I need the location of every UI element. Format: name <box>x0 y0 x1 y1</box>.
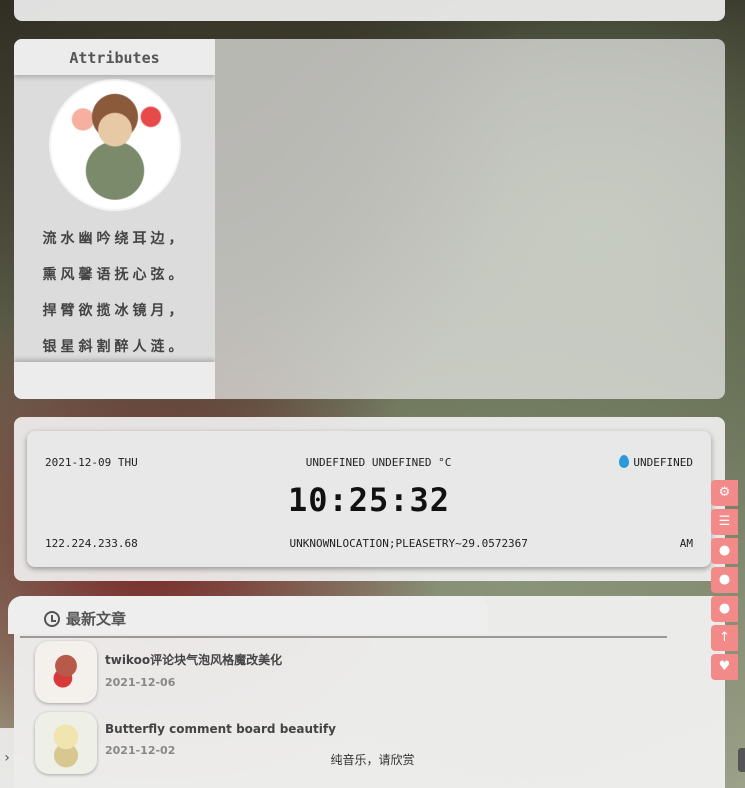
clock-ip: 122.224.233.68 <box>45 537 138 550</box>
clock-bottom-row: 122.224.233.68 UNKNOWNLOCATION;PLEASETRY… <box>45 537 693 550</box>
recent-posts-title: 最新文章 <box>66 610 127 628</box>
attributes-footer <box>14 362 215 399</box>
music-status: 纯音乐，请欣赏 <box>330 753 415 767</box>
clock-widget: 2021-12-09 THU UNDEFINED UNDEFINED °C UN… <box>27 431 711 567</box>
poem-line: 捍臂欲揽冰镜月， <box>42 303 187 319</box>
post-title[interactable]: twikoo评论块气泡风格魔改美化 <box>105 651 282 668</box>
avatar[interactable] <box>49 79 181 211</box>
clock-card: 2021-12-09 THU UNDEFINED UNDEFINED °C UN… <box>14 417 725 581</box>
post-date: 2021-12-06 <box>105 676 176 689</box>
gear-icon[interactable]: ⚙ <box>711 480 738 506</box>
fire-icon[interactable]: ● <box>711 538 738 564</box>
history-icon <box>44 610 60 627</box>
clock-time: 10:25:32 <box>287 481 451 519</box>
chat-icon[interactable]: ● <box>711 596 738 622</box>
clock-humidity: UNDEFINED <box>619 455 693 469</box>
clock-location: UNKNOWNLOCATION;PLEASETRY~29.0572367 <box>289 537 528 550</box>
poem-line: 流水幽吟绕耳边， <box>42 231 187 247</box>
clock-top-row: 2021-12-09 THU UNDEFINED UNDEFINED °C UN… <box>45 455 693 469</box>
arrow-up-icon[interactable]: ↑ <box>711 625 738 651</box>
poem: 流水幽吟绕耳边， 熏风馨语抚心弦。 捍臂欲揽冰镜月， 银星斜割醉人涟。 <box>14 227 215 371</box>
post-item[interactable]: twikoo评论块气泡风格魔改美化 2021-12-06 <box>35 641 282 703</box>
attributes-title: Attributes <box>14 39 215 75</box>
list-icon[interactable]: ☰ <box>711 509 738 535</box>
attributes-panel: Attributes 流水幽吟绕耳边， 熏风馨语抚心弦。 捍臂欲揽冰镜月， 银星… <box>14 39 215 399</box>
top-card <box>14 0 725 21</box>
clock-ampm: AM <box>679 537 693 550</box>
music-player-handle[interactable] <box>738 748 745 772</box>
comment-icon[interactable]: ● <box>711 567 738 593</box>
clock-weather: UNDEFINED UNDEFINED °C <box>305 455 452 469</box>
recent-posts-header: 最新文章 <box>44 608 126 629</box>
post-title[interactable]: Butterfly comment board beautify <box>105 722 336 736</box>
side-toolbar: ⚙ ☰ ● ● ● ↑ ♥ <box>711 480 738 683</box>
divider <box>20 636 667 638</box>
heart-icon[interactable]: ♥ <box>711 654 738 680</box>
post-thumbnail[interactable] <box>35 641 97 703</box>
poem-line: 熏风馨语抚心弦。 <box>42 267 187 283</box>
clock-date: 2021-12-09 THU <box>45 455 138 469</box>
water-drop-icon <box>619 455 630 468</box>
